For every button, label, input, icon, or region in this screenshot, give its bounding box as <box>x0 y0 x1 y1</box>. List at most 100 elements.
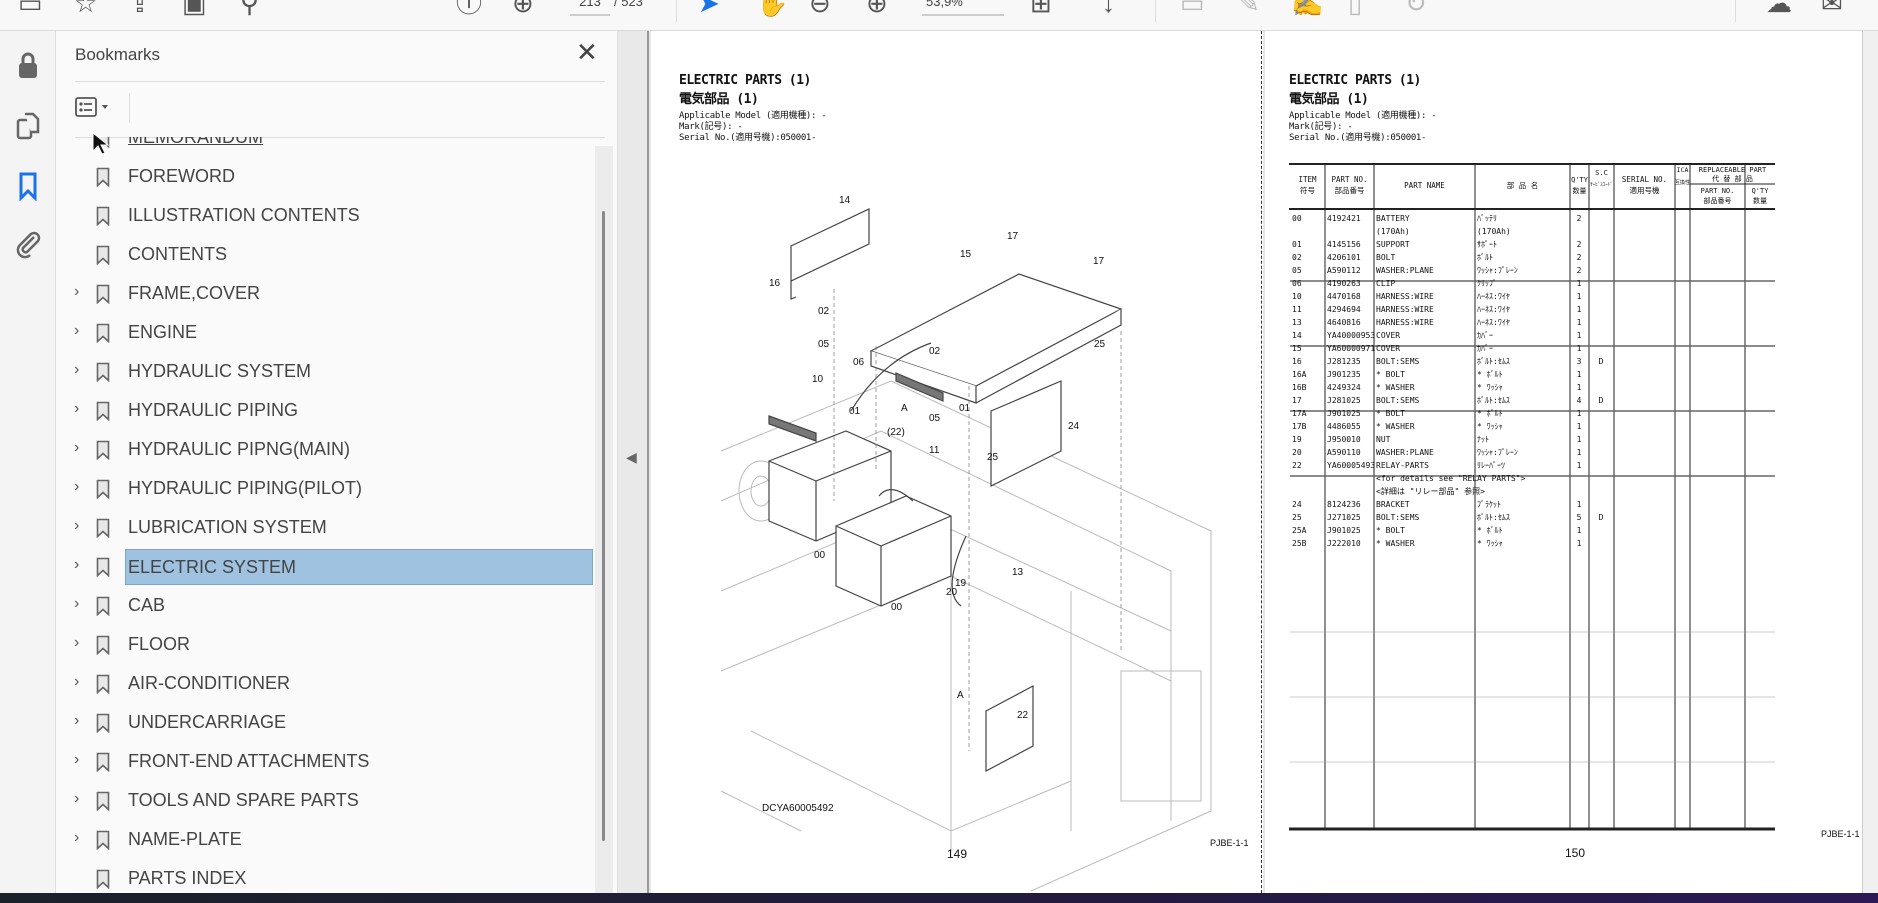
expand-chevron-icon[interactable]: › <box>74 400 79 418</box>
mail-icon[interactable]: ✉ <box>1821 0 1843 18</box>
callout: 11 <box>929 445 940 456</box>
expand-chevron-icon[interactable]: › <box>74 595 79 613</box>
print-icon[interactable]: ▣ <box>182 0 207 18</box>
zoom-in-icon[interactable]: ⊕ <box>866 0 888 18</box>
close-panel-button[interactable]: ✕ <box>576 37 598 68</box>
comment-icon[interactable]: ▭ <box>1180 0 1205 18</box>
bookmark-item[interactable]: › LUBRICATION SYSTEM <box>56 511 596 545</box>
document-scrollbar[interactable] <box>1862 31 1878 893</box>
table-cell: ﾌﾞﾗｹｯﾄ <box>1477 500 1501 509</box>
zoom-level-select[interactable]: 53,9% <box>922 0 1004 16</box>
expand-chevron-icon[interactable]: › <box>74 361 79 379</box>
bookmark-item[interactable]: › HYDRAULIC PIPNG(MAIN) <box>56 433 596 467</box>
bookmark-item[interactable]: › TOOLS AND SPARE PARTS <box>56 784 596 818</box>
table-cell: 4145156 <box>1327 240 1361 249</box>
hand-icon[interactable]: ✋ <box>756 0 788 18</box>
table-cell: 1 <box>1577 461 1582 470</box>
expand-chevron-icon[interactable]: › <box>74 478 79 496</box>
upload-icon[interactable]: ⇪ <box>129 0 151 18</box>
expand-chevron-icon[interactable]: › <box>74 790 79 808</box>
table-cell: * WASHER <box>1376 383 1415 392</box>
save-icon[interactable]: ▭ <box>18 0 43 18</box>
table-cell: PART NO. <box>1701 187 1735 195</box>
bookmark-item[interactable]: ILLUSTRATION CONTENTS <box>56 199 596 233</box>
expand-chevron-icon[interactable]: › <box>74 322 79 340</box>
scroll-icon[interactable]: ↓ <box>1102 0 1115 18</box>
callout: 25 <box>987 452 999 463</box>
select-cursor-icon[interactable]: ➤ <box>698 0 720 18</box>
panel-splitter[interactable]: ◀ <box>617 31 647 893</box>
rotate-icon[interactable]: ↻ <box>1405 0 1427 18</box>
bookmark-label: PARTS INDEX <box>128 868 247 888</box>
highlight-icon[interactable]: ✎ <box>1238 0 1260 18</box>
zoom-out-icon[interactable]: ⊖ <box>809 0 831 18</box>
bookmark-item[interactable]: › HYDRAULIC SYSTEM <box>56 355 596 389</box>
table-cell: S.C <box>1595 169 1608 177</box>
bookmark-icon[interactable] <box>14 171 42 202</box>
callout: 16 <box>769 278 781 289</box>
table-cell: * BOLT <box>1376 370 1405 379</box>
page-number-input[interactable]: 213 <box>570 0 610 16</box>
table-cell: 4 <box>1577 396 1582 405</box>
cloud-icon[interactable]: ☁ <box>1766 0 1792 18</box>
bookmark-item[interactable]: › FRAME,COVER <box>56 277 596 311</box>
bookmark-item[interactable]: › FRONT-END ATTACHMENTS <box>56 745 596 779</box>
bookmark-options-button[interactable] <box>75 95 117 121</box>
star-icon[interactable]: ☆ <box>74 0 97 18</box>
bookmark-item[interactable]: › NAME-PLATE <box>56 823 596 857</box>
bookmark-item[interactable]: › AIR-CONDITIONER <box>56 667 596 701</box>
delete-icon[interactable]: ▯ <box>1348 0 1362 18</box>
attachment-icon[interactable] <box>14 229 42 259</box>
table-cell: 数量 <box>1753 196 1767 205</box>
table-cell: HARNESS:WIRE <box>1376 318 1434 327</box>
expand-chevron-icon[interactable]: › <box>74 712 79 730</box>
expand-chevron-icon[interactable]: › <box>74 673 79 691</box>
expand-chevron-icon[interactable]: › <box>74 556 79 574</box>
table-cell: 1 <box>1577 383 1582 392</box>
table-cell: 1 <box>1577 344 1582 353</box>
bookmark-scrollbar[interactable] <box>595 146 613 893</box>
pages-icon[interactable] <box>14 111 42 140</box>
bookmark-item[interactable]: › CAB <box>56 589 596 623</box>
lock-icon[interactable] <box>14 51 42 79</box>
expand-chevron-icon[interactable]: › <box>74 634 79 652</box>
search-icon[interactable]: ⚲ <box>240 0 259 18</box>
bookmark-item[interactable]: FOREWORD <box>56 160 596 194</box>
expand-chevron-icon[interactable]: › <box>74 751 79 769</box>
table-cell: 05 <box>1292 266 1302 275</box>
fit-page-icon[interactable]: ⊞ <box>1030 0 1052 18</box>
bookmark-icon <box>96 245 110 265</box>
table-cell: Q'TY <box>1571 176 1589 184</box>
bookmark-item[interactable]: › HYDRAULIC PIPING(PILOT) <box>56 472 596 506</box>
collapse-panel-icon[interactable]: ◀ <box>626 449 637 466</box>
table-cell: 部 品 名 <box>1507 180 1539 190</box>
bookmark-item[interactable]: › UNDERCARRIAGE <box>56 706 596 740</box>
bookmark-item[interactable]: › ENGINE <box>56 316 596 350</box>
page-up-icon[interactable]: ⓘ <box>456 0 482 18</box>
callout: 13 <box>1012 567 1024 578</box>
table-cell: 13 <box>1292 318 1302 327</box>
expand-chevron-icon[interactable]: › <box>74 829 79 847</box>
divider <box>75 81 605 82</box>
bookmark-icon <box>96 752 110 772</box>
table-cell: BOLT:SEMS <box>1376 357 1420 366</box>
page-down-icon[interactable]: ⊕ <box>512 0 534 18</box>
expand-chevron-icon[interactable]: › <box>74 439 79 457</box>
table-cell: 1 <box>1577 370 1582 379</box>
bookmark-icon <box>96 206 110 226</box>
bookmark-item[interactable]: MEMORANDUM <box>56 137 596 155</box>
bookmark-item[interactable]: › FLOOR <box>56 628 596 662</box>
table-cell: <for details see "RELAY PARTS"> <box>1376 474 1525 483</box>
expand-chevron-icon[interactable]: › <box>74 517 79 535</box>
bookmark-label: NAME-PLATE <box>128 829 242 849</box>
bookmark-item[interactable]: › HYDRAULIC PIPING <box>56 394 596 428</box>
table-cell: 25 <box>1292 513 1302 522</box>
callout: 02 <box>818 306 830 317</box>
bookmark-item[interactable]: › ELECTRIC SYSTEM <box>56 549 596 585</box>
bookmark-item[interactable]: CONTENTS <box>56 238 596 272</box>
sign-icon[interactable]: ✍ <box>1291 0 1323 18</box>
expand-chevron-icon[interactable]: › <box>74 283 79 301</box>
bookmark-item[interactable]: PARTS INDEX <box>56 862 596 893</box>
scrollbar-thumb[interactable] <box>602 211 605 841</box>
bookmark-label: ELECTRIC SYSTEM <box>125 549 593 585</box>
